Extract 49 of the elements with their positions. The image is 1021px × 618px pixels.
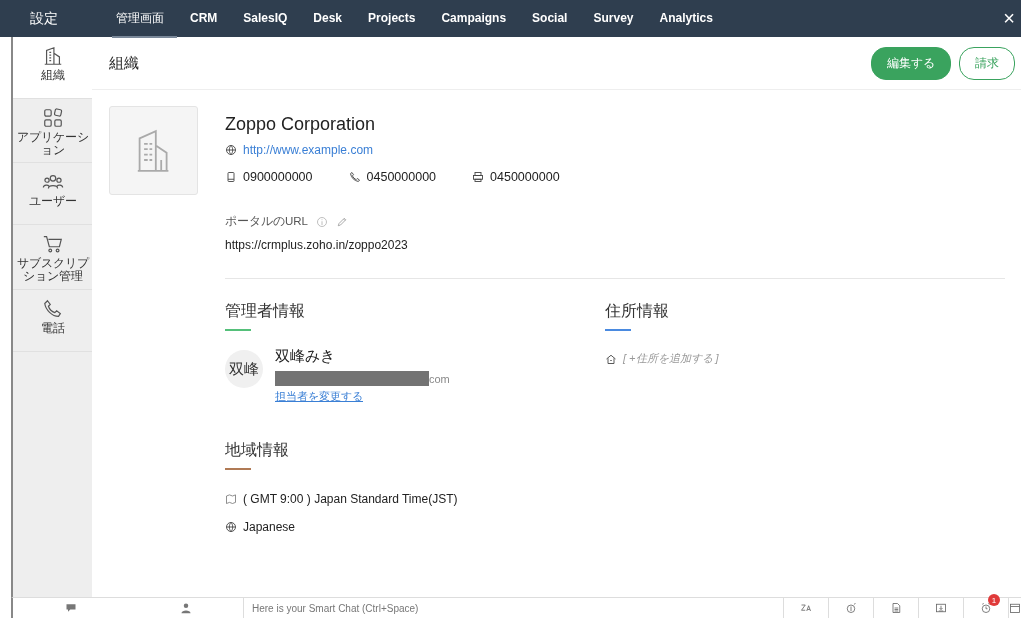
logo-placeholder[interactable] [109, 106, 198, 195]
calendar-icon[interactable] [1009, 602, 1021, 614]
nav-tab[interactable]: Social [519, 0, 581, 38]
globe-icon [225, 521, 237, 533]
coin-icon[interactable] [845, 602, 857, 614]
download-icon[interactable] [935, 602, 947, 614]
timezone-text: ( GMT 9:00 ) Japan Standard Time(JST) [243, 492, 458, 506]
phone-icon [41, 297, 64, 320]
globe-icon [225, 144, 237, 156]
nav-tab[interactable]: SalesIQ [230, 0, 301, 38]
sidebar-item[interactable]: 組織 [13, 37, 92, 99]
portal-label: ポータルのURL [225, 214, 308, 229]
section-heading: 管理者情報 [225, 301, 305, 321]
settings-title: 設定 [29, 9, 59, 28]
nav-tab[interactable]: 管理画面 [112, 0, 177, 38]
nav-tab[interactable]: Survey [580, 0, 647, 38]
notification-badge: 1 [988, 594, 1000, 606]
printer-icon [472, 171, 485, 183]
email-text: com [429, 372, 450, 385]
nav-tab[interactable]: Projects [355, 0, 429, 38]
website-link[interactable]: http://www.example.com [243, 143, 374, 157]
contact-number: 0450000000 [490, 170, 560, 184]
document-icon[interactable] [890, 602, 902, 614]
section-heading: 住所情報 [605, 301, 669, 321]
user-icon[interactable] [179, 602, 192, 614]
language-text: Japanese [243, 520, 296, 534]
pencil-icon[interactable] [336, 215, 348, 228]
contact-number: 0450000000 [366, 170, 437, 184]
avatar: 双峰 [225, 350, 263, 388]
page-title: 組織 [109, 53, 139, 73]
nav-tab[interactable]: Analytics [646, 0, 726, 38]
organization-name: Zoppo Corporation [225, 114, 377, 135]
grid-icon [41, 107, 64, 129]
nav-tab[interactable]: CRM [177, 0, 231, 38]
mobile-icon [225, 171, 237, 183]
alarm-clock-icon[interactable] [980, 602, 992, 614]
chat-icon[interactable] [64, 602, 77, 614]
change-owner-link[interactable]: 担当者を変更する [275, 389, 363, 404]
translate-icon[interactable] [800, 602, 812, 614]
nav-tab[interactable]: Campaigns [428, 0, 520, 38]
portal-url: https://crmplus.zoho.in/zoppo2023 [225, 238, 409, 252]
home-icon [605, 352, 617, 365]
section-heading: 地域情報 [225, 440, 289, 460]
admin-name: 双峰みき [275, 347, 335, 366]
nav-tab[interactable]: Desk [300, 0, 356, 38]
close-button[interactable]: × [997, 7, 1021, 30]
contact-number: 0900000000 [243, 170, 313, 184]
phone-icon [348, 171, 361, 183]
map-icon [225, 493, 237, 505]
